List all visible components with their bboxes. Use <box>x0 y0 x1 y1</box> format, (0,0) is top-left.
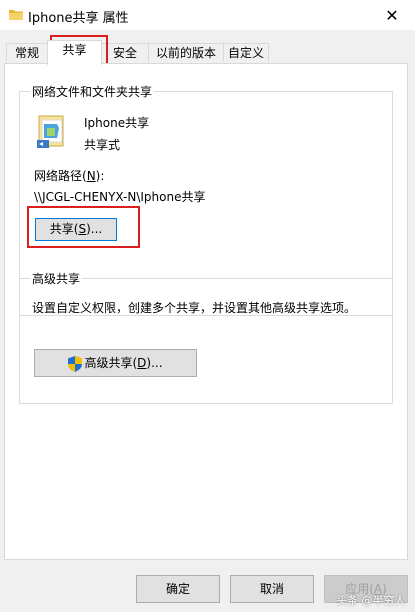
tab-customize[interactable]: 自定义 <box>223 43 269 62</box>
tab-label: 安全 <box>112 46 137 60</box>
uac-shield-icon <box>68 355 83 372</box>
window-title: Iphone共享 属性 <box>28 11 129 26</box>
tab-label: 自定义 <box>227 46 264 60</box>
title-bar: Iphone共享 属性 ✕ <box>0 0 415 30</box>
network-share-group-title: 网络文件和文件夹共享 <box>30 83 155 100</box>
tab-label: 以前的版本 <box>155 46 216 60</box>
tab-previous-versions[interactable]: 以前的版本 <box>148 43 224 62</box>
close-icon: ✕ <box>385 5 399 25</box>
advanced-share-group: 高级共享 设置自定义权限，创建多个共享，并设置其他高级共享选项。 高级共享(D)… <box>19 270 393 404</box>
tab-general[interactable]: 常规 <box>6 43 48 62</box>
network-path-label: 网络路径(N): <box>34 169 105 183</box>
tab-sharing[interactable]: 共享 <box>47 40 102 65</box>
watermark: 头条 @半穷人 <box>336 594 406 607</box>
advanced-share-button[interactable]: 高级共享(D)... <box>34 349 197 377</box>
share-status: 共享式 <box>84 138 121 152</box>
tab-strip: 常规 共享 安全 以前的版本 自定义 <box>0 40 415 65</box>
advanced-share-description: 设置自定义权限，创建多个共享，并设置其他高级共享选项。 <box>32 301 357 315</box>
advanced-share-group-title: 高级共享 <box>30 270 83 287</box>
share-button[interactable]: 共享(S)... <box>35 218 117 241</box>
sharing-tab-panel: 网络文件和文件夹共享 Iphone共享 共享式 网络路径(N): \\JCGL-… <box>4 63 408 560</box>
folder-name: Iphone共享 <box>84 116 150 130</box>
cancel-button[interactable]: 取消 <box>230 575 314 603</box>
ok-button[interactable]: 确定 <box>136 575 220 603</box>
tab-label: 常规 <box>14 46 39 60</box>
folder-icon <box>9 10 23 20</box>
shared-folder-icon <box>37 115 64 148</box>
tab-security[interactable]: 安全 <box>101 43 149 62</box>
network-path-value: \\JCGL-CHENYX-N\Iphone共享 <box>34 190 206 204</box>
tab-label: 共享 <box>62 43 87 57</box>
close-button[interactable]: ✕ <box>369 0 415 30</box>
